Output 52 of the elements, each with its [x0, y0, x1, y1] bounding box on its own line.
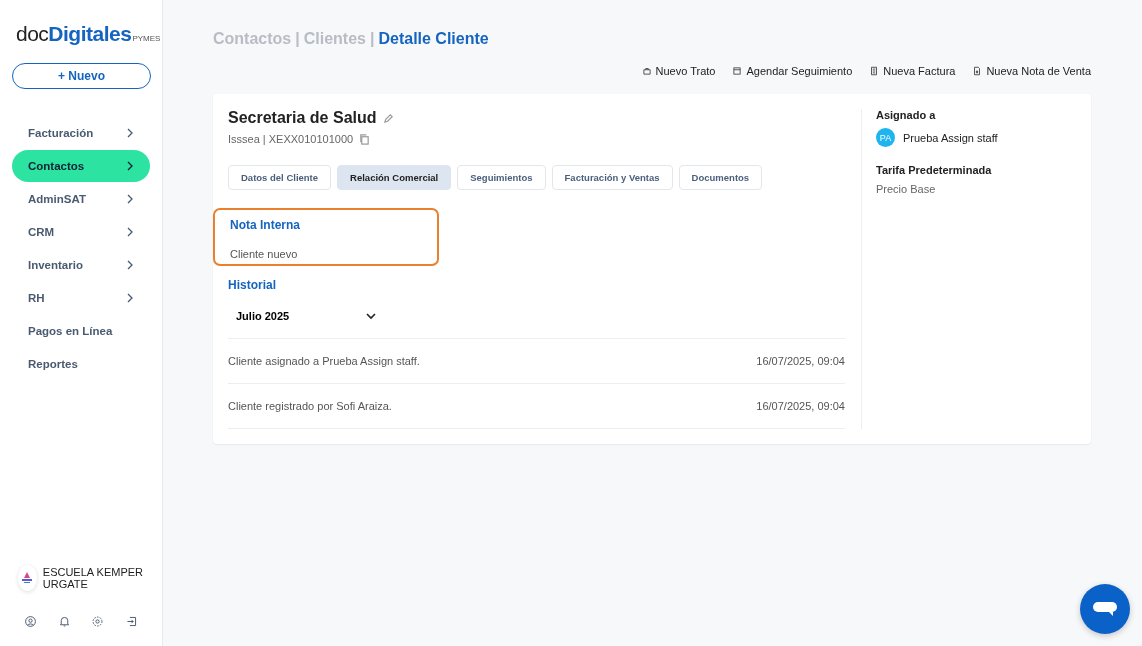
- history-date: 16/07/2025, 09:04: [756, 355, 845, 367]
- sidebar-item[interactable]: Facturación: [12, 117, 150, 150]
- document-icon: [972, 66, 983, 76]
- bell-icon[interactable]: [57, 615, 71, 628]
- sidebar-item[interactable]: RH: [12, 282, 150, 315]
- field-label: Asignado a: [876, 109, 937, 121]
- action-link[interactable]: Nuevo Trato: [641, 65, 716, 77]
- tab[interactable]: Relación Comercial: [337, 165, 452, 190]
- chat-button[interactable]: [1080, 584, 1130, 634]
- assignee-name: Prueba Assign staff: [903, 131, 998, 144]
- tab[interactable]: Seguimientos: [457, 165, 546, 190]
- pencil-icon[interactable]: [382, 112, 394, 124]
- section-title: Historial: [228, 278, 277, 292]
- logo: docDigitales PYMES: [16, 21, 162, 47]
- breadcrumb-item: Detalle Cliente: [378, 30, 489, 48]
- action-link[interactable]: Nueva Factura: [869, 65, 956, 77]
- logout-icon[interactable]: [124, 615, 138, 628]
- user-icon[interactable]: [24, 615, 37, 628]
- sidebar-item[interactable]: AdminSAT: [12, 183, 150, 216]
- history-date: 16/07/2025, 09:04: [756, 400, 845, 412]
- period-dropdown[interactable]: Julio 2025: [236, 310, 376, 322]
- sidebar-item[interactable]: Contactos: [12, 150, 150, 183]
- chat-bubble-icon: [1092, 600, 1118, 618]
- organization-logo: [18, 565, 37, 591]
- gear-icon[interactable]: [91, 615, 105, 628]
- history-entry: Cliente registrado por Sofi Araiza.: [228, 400, 392, 412]
- tab[interactable]: Documentos: [678, 165, 763, 190]
- client-name: Secretaria de Salud: [228, 109, 377, 127]
- section-title: Nota Interna: [230, 218, 301, 232]
- document-icon: [869, 66, 880, 76]
- sidebar-item[interactable]: Inventario: [12, 249, 150, 282]
- calendar-icon: [732, 66, 743, 76]
- account-name: ESCUELA KEMPER URGATE: [42, 566, 145, 590]
- breadcrumb-separator: |: [369, 30, 375, 48]
- briefcase-icon: [641, 66, 652, 76]
- note-text: Cliente nuevo: [230, 248, 299, 260]
- field-label: Tarifa Predeterminada: [876, 164, 993, 176]
- copy-icon[interactable]: [359, 133, 371, 145]
- field-value: Precio Base: [876, 183, 937, 195]
- avatar: PA: [876, 128, 895, 147]
- sidebar-item[interactable]: CRM: [12, 216, 150, 249]
- tab[interactable]: Datos del Cliente: [228, 165, 332, 190]
- breadcrumb-separator: |: [295, 30, 300, 48]
- sidebar-item[interactable]: Pagos en Línea: [12, 315, 150, 348]
- action-link[interactable]: Nueva Nota de Venta: [972, 65, 1091, 77]
- chevron-down-icon: [366, 312, 376, 320]
- sidebar-item[interactable]: Reportes: [12, 348, 150, 381]
- client-subtitle: Isssea | XEXX010101000: [228, 133, 354, 145]
- tab[interactable]: Facturación y Ventas: [551, 165, 673, 190]
- history-entry: Cliente asignado a Prueba Assign staff.: [228, 355, 420, 367]
- new-button[interactable]: + Nuevo: [12, 63, 151, 90]
- action-link[interactable]: Agendar Seguimiento: [732, 65, 853, 77]
